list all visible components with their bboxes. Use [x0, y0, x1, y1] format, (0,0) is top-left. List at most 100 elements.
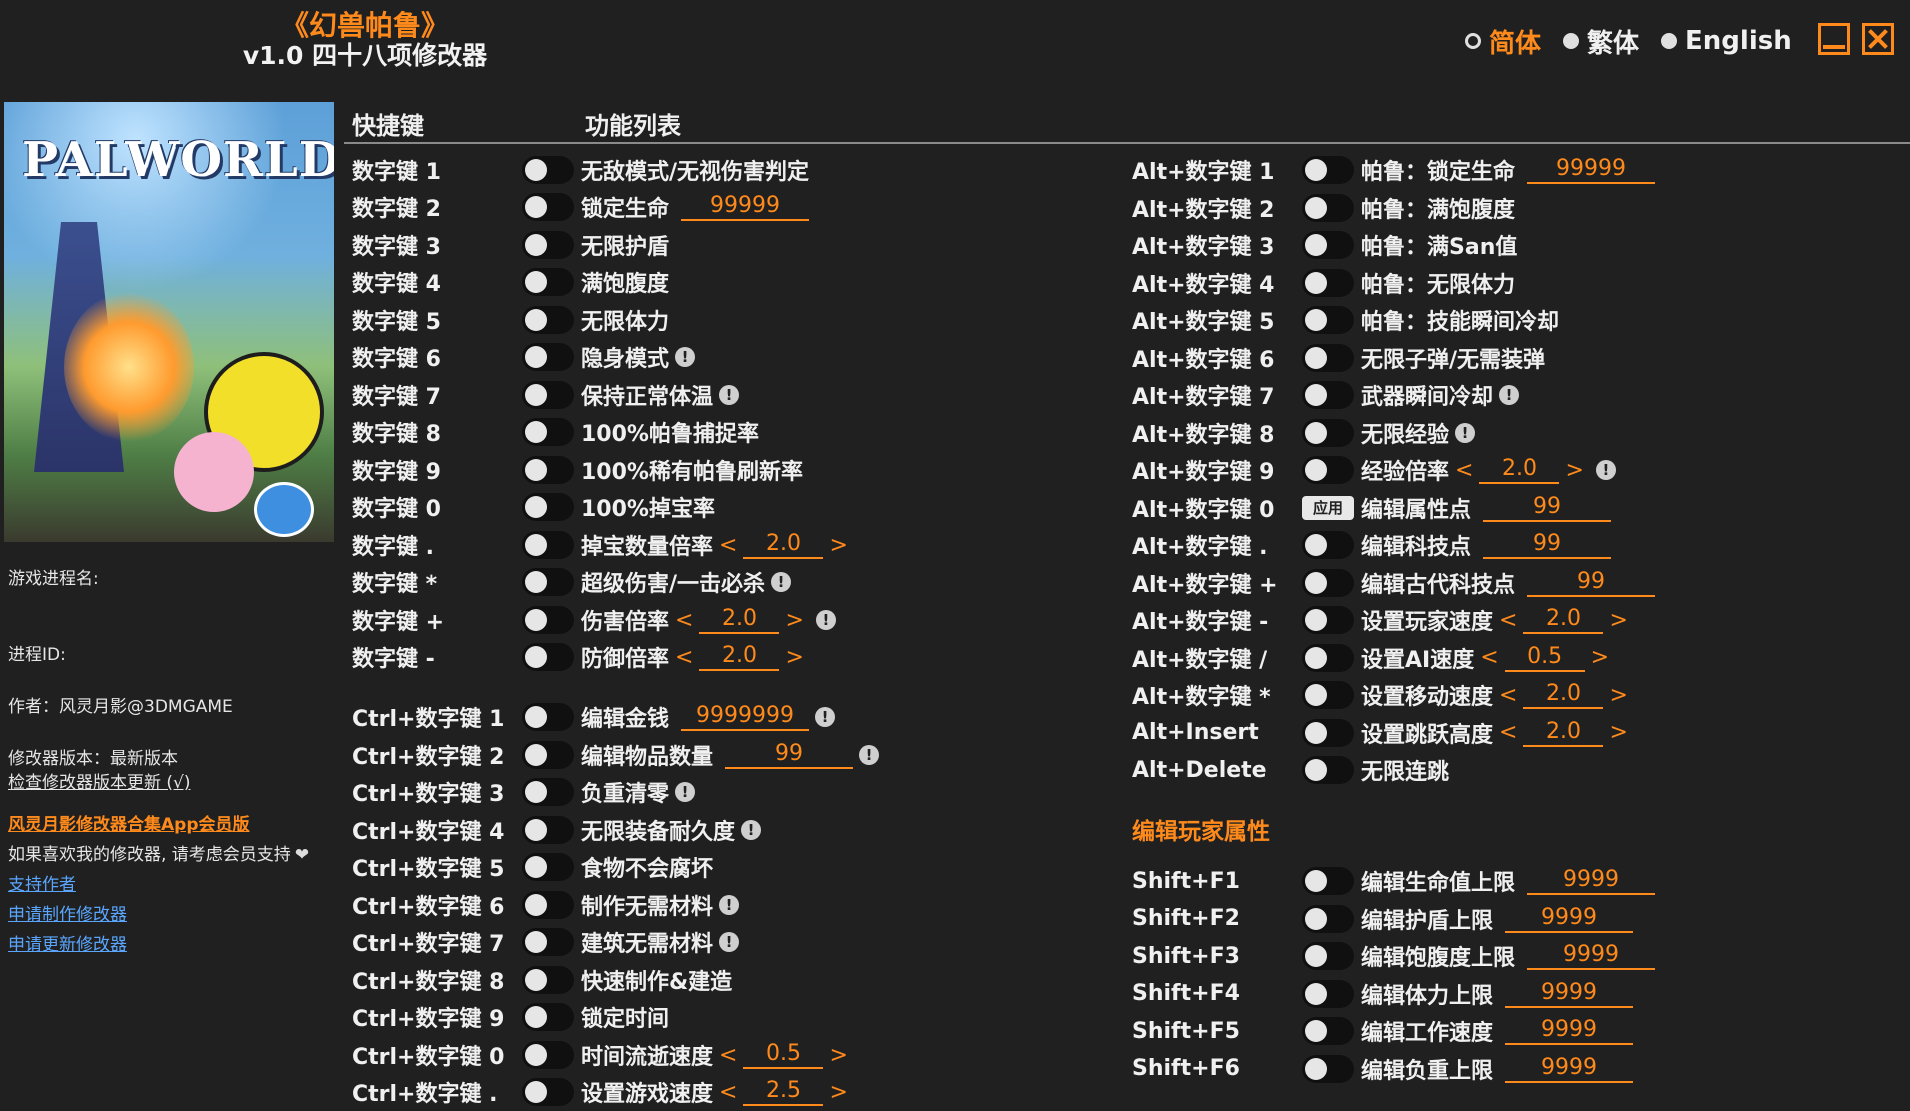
close-icon[interactable]	[1862, 23, 1894, 55]
increase-arrow[interactable]: >	[829, 1080, 847, 1105]
stepper-value[interactable]: 2.0	[1523, 606, 1604, 634]
feature-toggle[interactable]	[522, 928, 574, 956]
check-update-link[interactable]: 检查修改器版本更新 (√)	[8, 768, 191, 793]
stepper-value[interactable]: 0.5	[743, 1041, 824, 1069]
feature-toggle[interactable]	[522, 778, 574, 806]
value-input[interactable]: 9999	[1505, 980, 1634, 1008]
feature-toggle[interactable]	[1302, 381, 1354, 409]
feature-toggle[interactable]	[522, 891, 574, 919]
feature-toggle[interactable]	[522, 606, 574, 634]
lang-option-simplified[interactable]: 简体	[1465, 23, 1541, 60]
decrease-arrow[interactable]: <	[675, 645, 693, 670]
feature-toggle[interactable]	[1302, 193, 1354, 222]
feature-toggle[interactable]	[522, 1003, 574, 1031]
decrease-arrow[interactable]: <	[675, 608, 693, 633]
feature-toggle[interactable]	[1302, 306, 1354, 334]
value-input[interactable]: 9999	[1527, 942, 1656, 970]
decrease-arrow[interactable]: <	[1499, 683, 1517, 708]
increase-arrow[interactable]: >	[829, 533, 847, 558]
feature-toggle[interactable]	[522, 268, 574, 296]
apply-button[interactable]: 应用	[1302, 495, 1354, 520]
feature-toggle[interactable]	[1302, 156, 1354, 184]
decrease-arrow[interactable]: <	[1455, 458, 1473, 483]
feature-toggle[interactable]	[522, 816, 574, 844]
increase-arrow[interactable]: >	[1609, 608, 1627, 633]
value-input[interactable]: 99	[1483, 531, 1612, 559]
decrease-arrow[interactable]: <	[1499, 608, 1517, 633]
value-input[interactable]: 99999	[681, 193, 810, 221]
lang-option-english[interactable]: English	[1661, 26, 1792, 56]
feature-toggle[interactable]	[1302, 1017, 1354, 1045]
feature-toggle[interactable]	[522, 703, 574, 731]
value-input[interactable]: 9999	[1505, 1017, 1634, 1045]
feature-toggle[interactable]	[522, 643, 574, 671]
feature-toggle[interactable]	[522, 531, 574, 559]
feature-toggle[interactable]	[1302, 643, 1354, 672]
stepper-value[interactable]: 0.5	[1504, 644, 1585, 672]
increase-arrow[interactable]: >	[1565, 458, 1583, 483]
feature-toggle[interactable]	[522, 741, 574, 769]
decrease-arrow[interactable]: <	[719, 1080, 737, 1105]
feature-toggle[interactable]	[1302, 681, 1354, 709]
feature-toggle[interactable]	[522, 193, 574, 221]
increase-arrow[interactable]: >	[785, 608, 803, 633]
feature-toggle[interactable]	[522, 343, 574, 371]
feature-toggle[interactable]	[1302, 867, 1354, 895]
feature-toggle[interactable]	[1302, 418, 1354, 447]
lang-option-traditional[interactable]: 繁体	[1563, 23, 1639, 60]
feature-toggle[interactable]	[522, 1041, 574, 1069]
feature-toggle[interactable]	[522, 156, 574, 184]
feature-toggle[interactable]	[1302, 756, 1354, 784]
value-input[interactable]: 99	[1527, 569, 1656, 597]
value-input[interactable]: 9999999	[681, 703, 810, 731]
stepper-value[interactable]: 2.0	[1523, 681, 1604, 709]
increase-arrow[interactable]: >	[1609, 683, 1627, 708]
stepper-value[interactable]: 2.0	[1479, 456, 1560, 484]
decrease-arrow[interactable]: <	[1499, 720, 1517, 745]
decrease-arrow[interactable]: <	[1480, 645, 1498, 670]
value-input[interactable]: 9999	[1505, 1055, 1634, 1083]
feature-toggle[interactable]	[1302, 1054, 1354, 1083]
support-author-link[interactable]: 支持作者	[8, 870, 76, 895]
feature-toggle[interactable]	[522, 456, 574, 484]
feature-toggle[interactable]	[522, 966, 574, 994]
request-make-link[interactable]: 申请制作修改器	[8, 900, 127, 925]
feature-toggle[interactable]	[1302, 343, 1354, 372]
feature-toggle[interactable]	[1302, 456, 1354, 484]
feature-toggle[interactable]	[522, 381, 574, 409]
increase-arrow[interactable]: >	[1591, 645, 1609, 670]
feature-toggle[interactable]	[1302, 979, 1354, 1008]
feature-toggle[interactable]	[1302, 268, 1354, 297]
feature-toggle[interactable]	[522, 493, 574, 521]
value-input[interactable]: 9999	[1505, 905, 1634, 933]
value-input[interactable]: 99	[1483, 494, 1612, 522]
increase-arrow[interactable]: >	[1609, 720, 1627, 745]
feature-toggle[interactable]	[1302, 942, 1354, 970]
feature-toggle[interactable]	[522, 306, 574, 334]
increase-arrow[interactable]: >	[829, 1043, 847, 1068]
feature-toggle[interactable]	[1302, 531, 1354, 559]
stepper-value[interactable]: 2.0	[699, 606, 780, 634]
feature-toggle[interactable]	[522, 568, 574, 596]
request-update-link[interactable]: 申请更新修改器	[8, 930, 127, 955]
feature-toggle[interactable]	[1302, 718, 1354, 747]
minimize-icon[interactable]	[1818, 23, 1850, 55]
value-input[interactable]: 9999	[1527, 867, 1656, 895]
feature-toggle[interactable]	[522, 853, 574, 881]
stepper-value[interactable]: 2.5	[743, 1078, 824, 1106]
decrease-arrow[interactable]: <	[719, 533, 737, 558]
feature-toggle[interactable]	[1302, 231, 1354, 259]
stepper-value[interactable]: 2.0	[743, 531, 824, 559]
feature-toggle[interactable]	[1302, 568, 1354, 597]
stepper-value[interactable]: 2.0	[699, 643, 780, 671]
decrease-arrow[interactable]: <	[719, 1043, 737, 1068]
increase-arrow[interactable]: >	[785, 645, 803, 670]
feature-toggle[interactable]	[522, 418, 574, 446]
feature-toggle[interactable]	[522, 1078, 574, 1106]
value-input[interactable]: 99	[725, 741, 854, 769]
value-input[interactable]: 99999	[1527, 156, 1656, 184]
feature-toggle[interactable]	[1302, 904, 1354, 933]
feature-toggle[interactable]	[522, 231, 574, 259]
stepper-value[interactable]: 2.0	[1523, 719, 1604, 747]
promo-link[interactable]: 风灵月影修改器合集App会员版	[8, 810, 250, 835]
